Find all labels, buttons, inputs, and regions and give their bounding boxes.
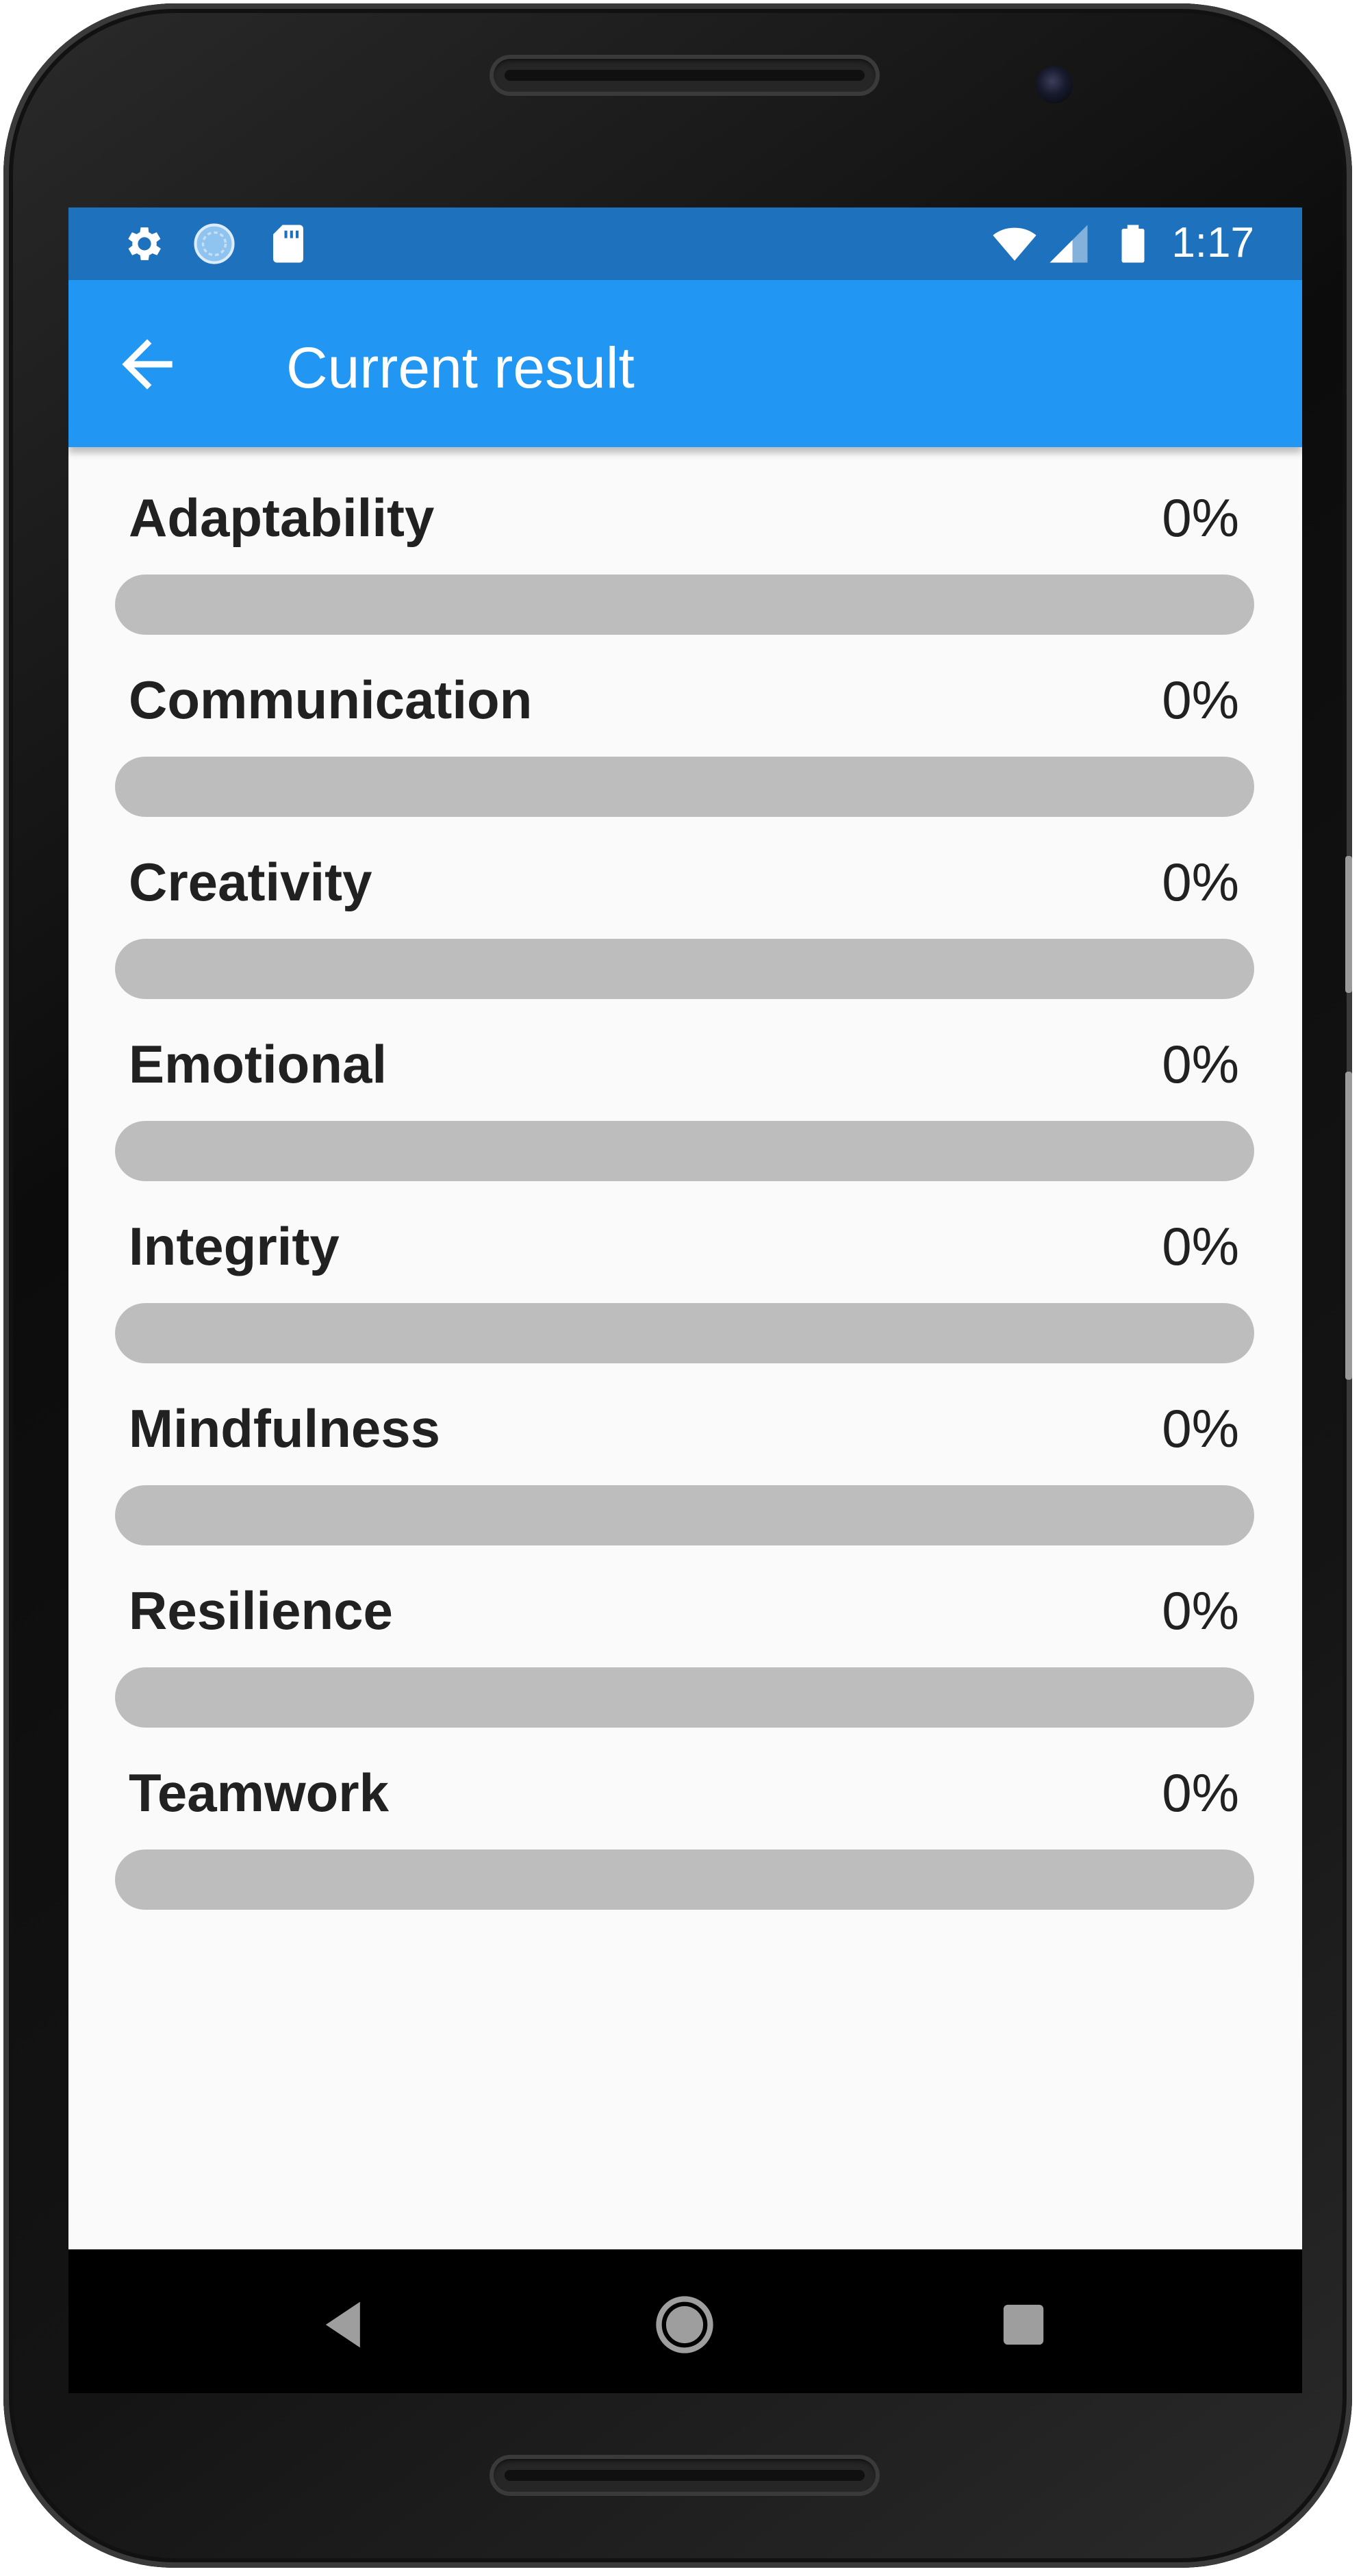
progress-bar [115, 939, 1254, 999]
navigation-bar [68, 2256, 1302, 2393]
result-row-communication: Communication 0% [68, 629, 1302, 817]
result-value: 0% [1162, 1580, 1239, 1641]
result-row-mindfulness: Mindfulness 0% [68, 1358, 1302, 1545]
result-label: Resilience [129, 1580, 393, 1641]
app-bar: Current result [68, 280, 1302, 447]
progress-bar [115, 1121, 1254, 1181]
progress-bar [115, 1667, 1254, 1728]
front-camera [1036, 66, 1073, 103]
status-time: 1:17 [1171, 219, 1254, 266]
settings-icon [128, 227, 161, 260]
sync-icon [194, 223, 235, 264]
device-screen: 1:17 Current result Adaptability 0% Comm… [68, 207, 1302, 2256]
result-label: Emotional [129, 1034, 387, 1094]
volume-button [1345, 856, 1352, 993]
status-bar: 1:17 [68, 207, 1302, 280]
result-row-creativity: Creativity 0% [68, 811, 1302, 999]
result-value: 0% [1162, 852, 1239, 912]
result-label: Mindfulness [129, 1398, 441, 1459]
progress-bar [115, 1485, 1254, 1545]
result-label: Communication [129, 670, 533, 730]
result-label: Teamwork [129, 1763, 390, 1823]
result-label: Integrity [129, 1216, 340, 1276]
recents-square-icon[interactable] [989, 2290, 1058, 2359]
progress-bar [115, 1849, 1254, 1910]
result-label: Adaptability [129, 488, 435, 548]
result-value: 0% [1162, 670, 1239, 730]
results-list: Adaptability 0% Communication 0% Creativ… [68, 447, 1302, 2249]
result-row-emotional: Emotional 0% [68, 994, 1302, 1181]
progress-bar [115, 1303, 1254, 1363]
result-label: Creativity [129, 852, 372, 912]
result-value: 0% [1162, 1034, 1239, 1094]
cell-signal-icon [1050, 225, 1088, 263]
result-row-integrity: Integrity 0% [68, 1176, 1302, 1363]
result-row-adaptability: Adaptability 0% [68, 447, 1302, 635]
result-row-teamwork: Teamwork 0% [68, 1722, 1302, 1910]
result-value: 0% [1162, 488, 1239, 548]
wifi-icon [993, 227, 1036, 261]
progress-bar [115, 574, 1254, 635]
arrow-back-icon[interactable] [110, 327, 185, 402]
result-value: 0% [1162, 1216, 1239, 1276]
result-value: 0% [1162, 1398, 1239, 1459]
bottom-speaker [489, 2455, 880, 2496]
home-circle-icon[interactable] [650, 2290, 719, 2359]
sd-card-icon [273, 225, 303, 263]
back-triangle-icon[interactable] [311, 2290, 380, 2359]
power-button [1345, 1072, 1352, 1380]
result-row-resilience: Resilience 0% [68, 1540, 1302, 1728]
phone-frame: 1:17 Current result Adaptability 0% Comm… [3, 3, 1352, 2568]
page-title: Current result [286, 336, 635, 400]
top-speaker [489, 55, 880, 96]
battery-icon [1121, 225, 1145, 263]
result-value: 0% [1162, 1763, 1239, 1823]
progress-bar [115, 757, 1254, 817]
